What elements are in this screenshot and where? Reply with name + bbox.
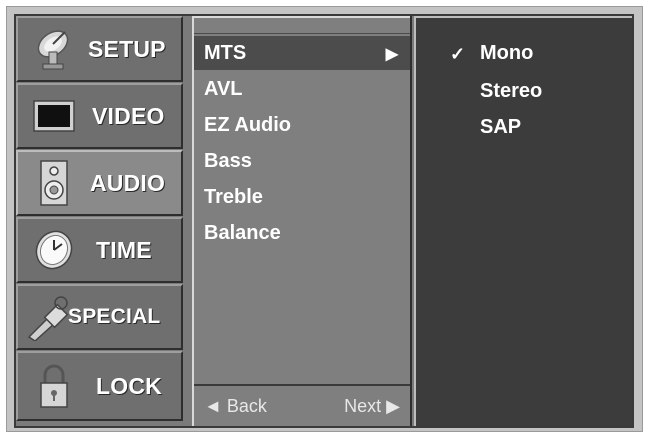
- submenu-item-bass[interactable]: Bass: [194, 144, 410, 178]
- check-mark-icon: ✓: [450, 44, 466, 64]
- option-label: Stereo: [480, 79, 543, 102]
- option-label: Mono: [480, 41, 534, 64]
- submenu-item-label: MTS: [204, 41, 247, 64]
- submenu-item-balance[interactable]: Balance: [194, 216, 410, 250]
- submenu-nav-bar: ◄ Back Next ▶: [194, 384, 410, 426]
- submenu-item-label: Treble: [204, 185, 263, 208]
- category-label: VIDEO: [92, 102, 165, 129]
- next-button[interactable]: Next ▶: [344, 396, 400, 417]
- padlock-icon: [26, 353, 82, 419]
- category-audio[interactable]: AUDIO: [16, 150, 183, 216]
- option-mono[interactable]: Mono: [480, 36, 533, 70]
- clock-icon: [26, 219, 82, 281]
- monitor-icon: [26, 85, 82, 147]
- option-sap[interactable]: SAP: [480, 110, 521, 144]
- option-stereo[interactable]: Stereo: [480, 74, 542, 108]
- submenu-item-label: Balance: [204, 221, 281, 244]
- submenu-item-ez-audio[interactable]: EZ Audio: [194, 108, 410, 142]
- back-button[interactable]: ◄ Back: [204, 396, 267, 417]
- speaker-icon: [26, 152, 82, 214]
- category-list: SETUP VIDEO AUDIO TIME SPECIAL LOCK: [16, 16, 183, 426]
- category-label: TIME: [96, 236, 152, 263]
- category-setup[interactable]: SETUP: [16, 16, 183, 82]
- category-special[interactable]: SPECIAL: [16, 284, 183, 350]
- submenu-item-mts[interactable]: MTS ▶: [194, 36, 410, 70]
- mts-options-panel: ✓ Mono Stereo SAP: [414, 16, 632, 426]
- category-label: SPECIAL: [68, 305, 161, 328]
- submenu-item-treble[interactable]: Treble: [194, 180, 410, 214]
- category-label: SETUP: [88, 35, 166, 62]
- category-lock[interactable]: LOCK: [16, 351, 183, 421]
- submenu-arrow-icon: ▶: [385, 46, 398, 63]
- category-video[interactable]: VIDEO: [16, 83, 183, 149]
- submenu-item-label: EZ Audio: [204, 113, 292, 136]
- category-label: LOCK: [96, 372, 162, 399]
- submenu-item-avl[interactable]: AVL: [194, 72, 410, 106]
- submenu-header-bar: [194, 16, 410, 34]
- option-label: SAP: [480, 115, 522, 138]
- satellite-dish-icon: [26, 18, 82, 80]
- audio-submenu: MTS ▶ AVL EZ Audio Bass Treble Balance ◄…: [192, 16, 412, 426]
- submenu-item-label: Bass: [204, 149, 252, 172]
- category-label: AUDIO: [90, 169, 166, 196]
- category-time[interactable]: TIME: [16, 217, 183, 283]
- submenu-item-label: AVL: [204, 77, 243, 100]
